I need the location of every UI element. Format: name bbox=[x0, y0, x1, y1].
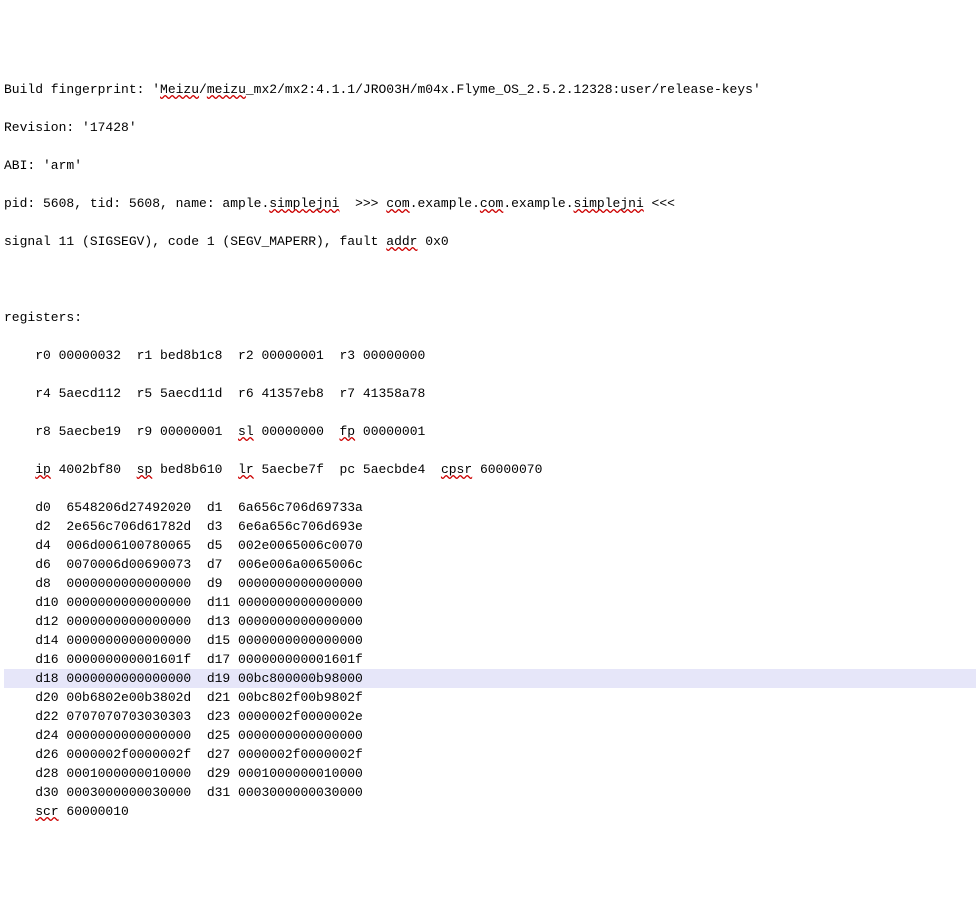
registers-label: registers: bbox=[4, 308, 976, 327]
gpr-line: r0 00000032 r1 bed8b1c8 r2 00000001 r3 0… bbox=[4, 346, 976, 365]
dreg-line: d30 0003000000030000 d31 000300000003000… bbox=[4, 783, 976, 802]
gpr-line: ip 4002bf80 sp bed8b610 lr 5aecbe7f pc 5… bbox=[4, 460, 976, 479]
misspell: com bbox=[386, 196, 409, 211]
dreg-line: d16 000000000001601f d17 000000000001601… bbox=[4, 650, 976, 669]
misspell: fp bbox=[339, 424, 355, 439]
dreg-line: d14 0000000000000000 d15 000000000000000… bbox=[4, 631, 976, 650]
dreg-line: d8 0000000000000000 d9 0000000000000000 bbox=[4, 574, 976, 593]
dreg-line: d20 00b6802e00b3802d d21 00bc802f00b9802… bbox=[4, 688, 976, 707]
dreg-line: d2 2e656c706d61782d d3 6e6a656c706d693e bbox=[4, 517, 976, 536]
dreg-line: d26 0000002f0000002f d27 0000002f0000002… bbox=[4, 745, 976, 764]
dreg-line: scr 60000010 bbox=[4, 802, 976, 821]
pid-line: pid: 5608, tid: 5608, name: ample.simple… bbox=[4, 194, 976, 213]
abi-line: ABI: 'arm' bbox=[4, 156, 976, 175]
gpr-line: r4 5aecd112 r5 5aecd11d r6 41357eb8 r7 4… bbox=[4, 384, 976, 403]
fingerprint-line: Build fingerprint: 'Meizu/meizu_mx2/mx2:… bbox=[4, 80, 976, 99]
dreg-line: d18 0000000000000000 d19 00bc800000b9800… bbox=[4, 669, 976, 688]
misspell: lr bbox=[238, 462, 254, 477]
misspell: scr bbox=[35, 804, 58, 819]
dreg-line: d6 0070006d00690073 d7 006e006a0065006c bbox=[4, 555, 976, 574]
signal-line: signal 11 (SIGSEGV), code 1 (SEGV_MAPERR… bbox=[4, 232, 976, 251]
misspell: addr bbox=[386, 234, 417, 249]
misspell: simplejni bbox=[269, 196, 339, 211]
misspell: Meizu bbox=[160, 82, 199, 97]
dregs-container: d0 6548206d27492020 d1 6a656c706d69733a … bbox=[4, 498, 976, 821]
blank-line bbox=[4, 270, 976, 289]
misspell: meizu bbox=[207, 82, 246, 97]
misspell: simplejni bbox=[574, 196, 644, 211]
dreg-line: d22 0707070703030303 d23 0000002f0000002… bbox=[4, 707, 976, 726]
misspell: ip bbox=[35, 462, 51, 477]
revision-line: Revision: '17428' bbox=[4, 118, 976, 137]
dreg-line: d0 6548206d27492020 d1 6a656c706d69733a bbox=[4, 498, 976, 517]
gpr-line: r8 5aecbe19 r9 00000001 sl 00000000 fp 0… bbox=[4, 422, 976, 441]
misspell: sp bbox=[137, 462, 153, 477]
misspell: sl bbox=[238, 424, 254, 439]
dreg-line: d28 0001000000010000 d29 000100000001000… bbox=[4, 764, 976, 783]
misspell: cpsr bbox=[441, 462, 472, 477]
misspell: com bbox=[480, 196, 503, 211]
dreg-line: d10 0000000000000000 d11 000000000000000… bbox=[4, 593, 976, 612]
dreg-line: d4 006d006100780065 d5 002e0065006c0070 bbox=[4, 536, 976, 555]
dreg-line: d24 0000000000000000 d25 000000000000000… bbox=[4, 726, 976, 745]
dreg-line: d12 0000000000000000 d13 000000000000000… bbox=[4, 612, 976, 631]
